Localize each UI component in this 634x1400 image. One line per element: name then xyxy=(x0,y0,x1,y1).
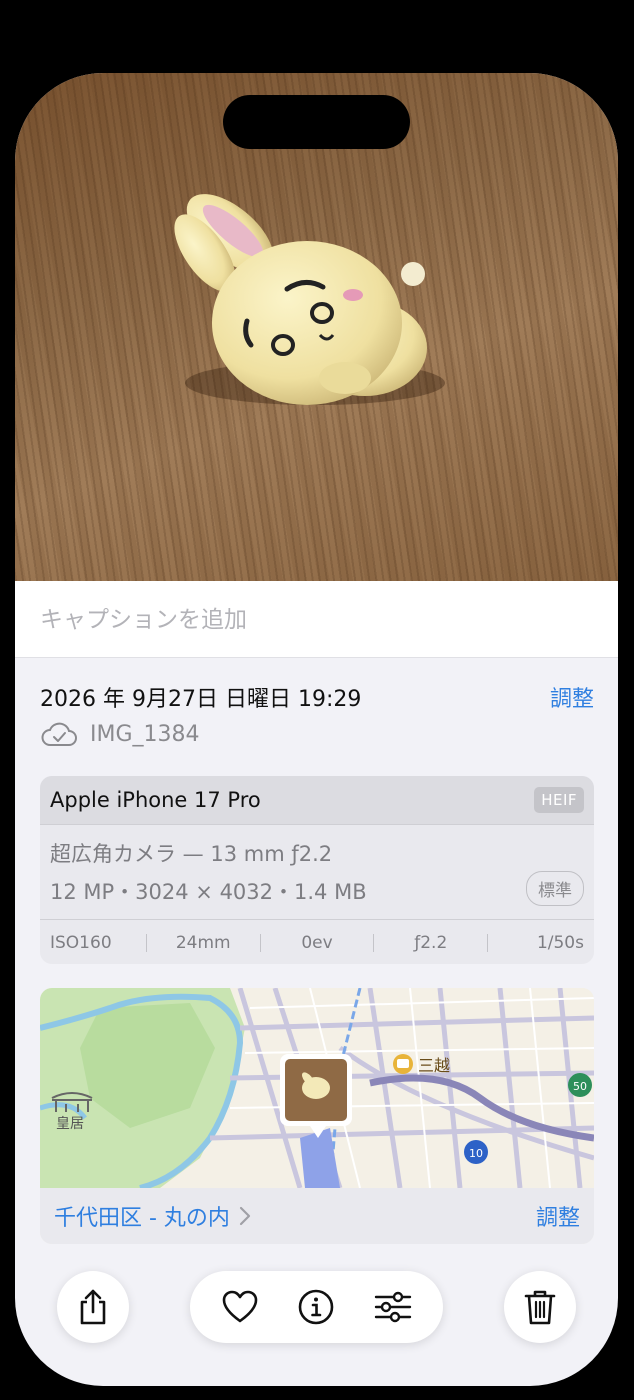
caption-bar xyxy=(15,581,618,658)
location-footer: 千代田区 - 丸の内 調整 xyxy=(40,1188,594,1244)
image-specs: 12 MP・3024 × 4032・1.4 MB xyxy=(50,880,367,904)
capture-date: 2026 年 9月27日 日曜日 19:29 xyxy=(40,687,362,712)
dynamic-island xyxy=(223,95,410,149)
format-badge: HEIF xyxy=(534,787,584,813)
palace-label: 皇居 xyxy=(56,1116,84,1132)
route-50-label: 50 xyxy=(573,1080,587,1093)
location-link[interactable]: 千代田区 - 丸の内 xyxy=(54,1200,252,1232)
photo-actions-group xyxy=(190,1271,443,1343)
file-row: IMG_1384 xyxy=(40,721,200,747)
lens-info: 超広角カメラ — 13 mm ƒ2.2 xyxy=(50,842,333,866)
exif-aperture: ƒ2.2 xyxy=(414,932,448,953)
camera-header: Apple iPhone 17 Pro HEIF xyxy=(40,776,594,825)
share-button[interactable] xyxy=(57,1271,129,1343)
adjust-date-button[interactable]: 調整 xyxy=(550,681,594,713)
edit-button[interactable] xyxy=(370,1284,416,1330)
map-tiles: 皇居 三越 50 10 xyxy=(40,988,594,1191)
route-10-label: 10 xyxy=(469,1147,483,1160)
info-icon xyxy=(299,1289,334,1325)
file-name: IMG_1384 xyxy=(90,721,200,747)
icloud-check-icon xyxy=(41,722,77,746)
share-icon xyxy=(80,1289,106,1325)
trash-icon xyxy=(524,1290,556,1325)
quality-badge: 標準 xyxy=(526,871,584,906)
chevron-right-icon xyxy=(239,1206,251,1226)
location-map[interactable]: 皇居 三越 50 10 千代田区 - 丸の内 調整 xyxy=(40,988,594,1244)
bunny-figure xyxy=(174,194,445,405)
exif-focal-length: 24mm xyxy=(175,932,231,953)
caption-input[interactable] xyxy=(40,601,580,639)
photo-view[interactable] xyxy=(15,73,618,581)
camera-info-card: Apple iPhone 17 Pro HEIF 超広角カメラ — 13 mm … xyxy=(40,776,594,964)
sliders-icon xyxy=(374,1291,412,1323)
delete-button[interactable] xyxy=(504,1271,576,1343)
exif-row: ISO160 24mm 0ev ƒ2.2 1/50s xyxy=(40,919,594,964)
photo-location-pin xyxy=(280,1054,352,1138)
device-name: Apple iPhone 17 Pro xyxy=(50,788,261,812)
favorite-button[interactable] xyxy=(217,1284,263,1330)
location-name: 千代田区 - 丸の内 xyxy=(54,1206,230,1231)
info-button[interactable] xyxy=(293,1284,339,1330)
exif-shutter: 1/50s xyxy=(536,932,584,953)
phone-screen: 2026 年 9月27日 日曜日 19:29 調整 IMG_1384 Apple… xyxy=(15,73,618,1386)
adjust-location-button[interactable]: 調整 xyxy=(536,1200,580,1232)
heart-icon xyxy=(222,1290,258,1323)
store-label: 三越 xyxy=(418,1056,450,1075)
exif-exposure-bias: 0ev xyxy=(301,932,333,953)
exif-iso: ISO160 xyxy=(50,932,112,953)
